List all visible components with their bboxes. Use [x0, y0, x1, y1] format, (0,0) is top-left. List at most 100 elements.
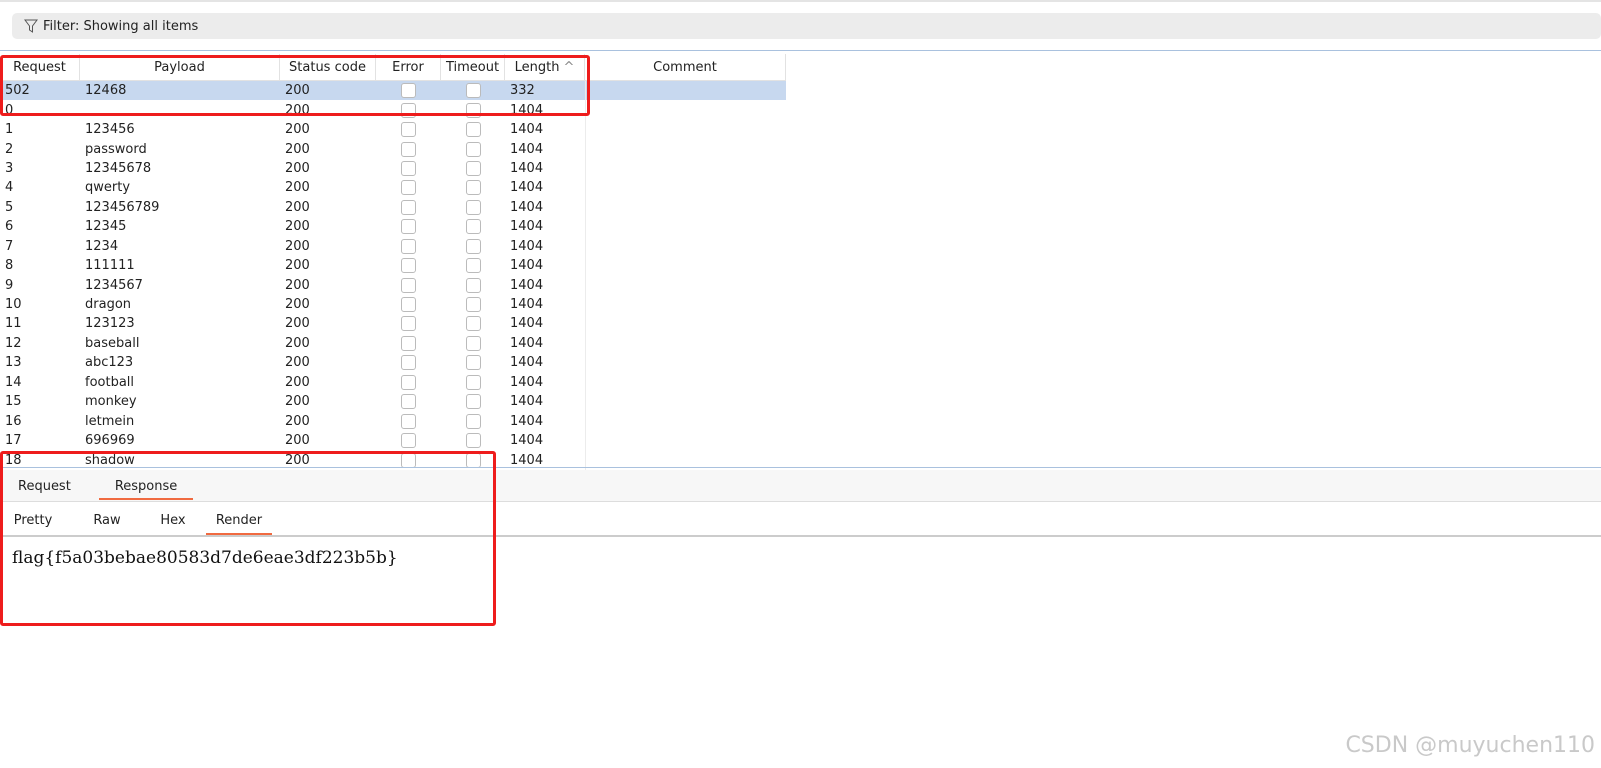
cell-timeout	[441, 335, 505, 351]
cell-length: 1404	[510, 141, 544, 157]
column-header-length[interactable]: Length ^	[505, 54, 585, 80]
cell-request: 12	[5, 335, 22, 351]
checkbox[interactable]	[465, 316, 481, 332]
checkbox[interactable]	[401, 199, 416, 215]
table-row[interactable]: 9 1234567 200 1404	[0, 275, 786, 295]
checkbox[interactable]	[465, 394, 481, 410]
cell-status-code: 200	[285, 258, 310, 274]
checkbox[interactable]	[401, 83, 416, 99]
checkbox[interactable]	[401, 316, 416, 332]
cell-status-code: 200	[285, 219, 310, 235]
table-row[interactable]: 13 abc123 200 1404	[0, 353, 786, 373]
checkbox[interactable]	[401, 413, 416, 429]
splitter[interactable]	[0, 467, 1601, 468]
checkbox[interactable]	[465, 277, 481, 293]
cell-comment	[585, 333, 786, 354]
column-label: Request	[13, 59, 66, 75]
top-border	[0, 0, 1601, 2]
cell-timeout	[441, 102, 505, 118]
column-header-comment[interactable]: Comment	[585, 54, 786, 80]
column-header-payload[interactable]: Payload	[80, 54, 280, 80]
tab-request[interactable]: Request	[0, 470, 89, 501]
table-row[interactable]: 6 12345 200 1404	[0, 217, 786, 237]
table-row[interactable]: 3 12345678 200 1404	[0, 158, 786, 179]
table-row[interactable]: 12 baseball 200 1404	[0, 333, 786, 354]
cell-payload: password	[85, 141, 147, 157]
checkbox[interactable]	[401, 258, 416, 274]
filter-bar[interactable]: Filter: Showing all items	[12, 13, 1601, 39]
cell-length: 1404	[510, 316, 544, 332]
checkbox[interactable]	[465, 433, 481, 449]
cell-timeout	[441, 238, 505, 254]
cell-length: 1404	[510, 219, 544, 235]
checkbox[interactable]	[465, 335, 481, 351]
checkbox[interactable]	[465, 374, 481, 390]
tab-response[interactable]: Response	[89, 470, 203, 501]
table-row[interactable]: 0 200 1404	[0, 100, 786, 120]
column-header-request[interactable]: Request	[0, 54, 80, 80]
checkbox[interactable]	[465, 122, 481, 138]
cell-error	[376, 180, 441, 196]
checkbox[interactable]	[401, 160, 416, 176]
checkbox[interactable]	[465, 297, 481, 313]
checkbox[interactable]	[465, 258, 481, 274]
table-row[interactable]: 16 letmein 200 1404	[0, 411, 786, 431]
checkbox[interactable]	[465, 160, 481, 176]
cell-timeout	[441, 394, 505, 410]
checkbox[interactable]	[401, 102, 416, 118]
checkbox[interactable]	[401, 335, 416, 351]
column-header-status-code[interactable]: Status code	[280, 54, 376, 80]
checkbox[interactable]	[401, 452, 416, 468]
cell-status-code: 200	[285, 316, 310, 332]
checkbox[interactable]	[465, 199, 481, 215]
checkbox[interactable]	[465, 102, 481, 118]
cell-error	[376, 297, 441, 313]
checkbox[interactable]	[401, 219, 416, 235]
table-row[interactable]: 8 111111 200 1404	[0, 255, 786, 276]
checkbox[interactable]	[401, 238, 416, 254]
table-row[interactable]: 1 123456 200 1404	[0, 119, 786, 140]
divider	[0, 50, 1601, 51]
cell-comment	[585, 275, 786, 295]
table-row[interactable]: 15 monkey 200 1404	[0, 392, 786, 412]
cell-status-code: 200	[285, 297, 310, 313]
cell-payload: 1234	[85, 238, 119, 254]
table-row[interactable]: 14 football 200 1404	[0, 372, 786, 392]
tab-render[interactable]: Render	[206, 505, 272, 535]
cell-error	[376, 122, 441, 138]
table-row[interactable]: 17 696969 200 1404	[0, 430, 786, 451]
checkbox[interactable]	[465, 238, 481, 254]
checkbox[interactable]	[401, 277, 416, 293]
cell-length: 1404	[510, 452, 544, 468]
cell-error	[376, 335, 441, 351]
checkbox[interactable]	[465, 141, 481, 157]
column-header-timeout[interactable]: Timeout	[441, 54, 505, 80]
checkbox[interactable]	[465, 355, 481, 371]
checkbox[interactable]	[465, 413, 481, 429]
column-header-error[interactable]: Error	[376, 54, 441, 80]
tab-hex[interactable]: Hex	[140, 505, 206, 535]
cell-comment	[585, 81, 786, 101]
checkbox[interactable]	[401, 141, 416, 157]
table-row[interactable]: 7 1234 200 1404	[0, 236, 786, 256]
table-row[interactable]: 502 12468 200 332	[0, 81, 786, 101]
checkbox[interactable]	[401, 180, 416, 196]
tab-raw[interactable]: Raw	[74, 505, 140, 535]
checkbox[interactable]	[401, 355, 416, 371]
checkbox[interactable]	[401, 297, 416, 313]
cell-error	[376, 83, 441, 99]
checkbox[interactable]	[465, 83, 481, 99]
checkbox[interactable]	[465, 452, 481, 468]
checkbox[interactable]	[465, 219, 481, 235]
checkbox[interactable]	[401, 394, 416, 410]
checkbox[interactable]	[401, 433, 416, 449]
checkbox[interactable]	[401, 374, 416, 390]
table-row[interactable]: 10 dragon 200 1404	[0, 294, 786, 315]
table-row[interactable]: 2 password 200 1404	[0, 139, 786, 159]
table-row[interactable]: 4 qwerty 200 1404	[0, 178, 786, 198]
checkbox[interactable]	[465, 180, 481, 196]
checkbox[interactable]	[401, 122, 416, 138]
table-row[interactable]: 5 123456789 200 1404	[0, 197, 786, 218]
table-row[interactable]: 11 123123 200 1404	[0, 314, 786, 334]
tab-pretty[interactable]: Pretty	[0, 505, 66, 535]
